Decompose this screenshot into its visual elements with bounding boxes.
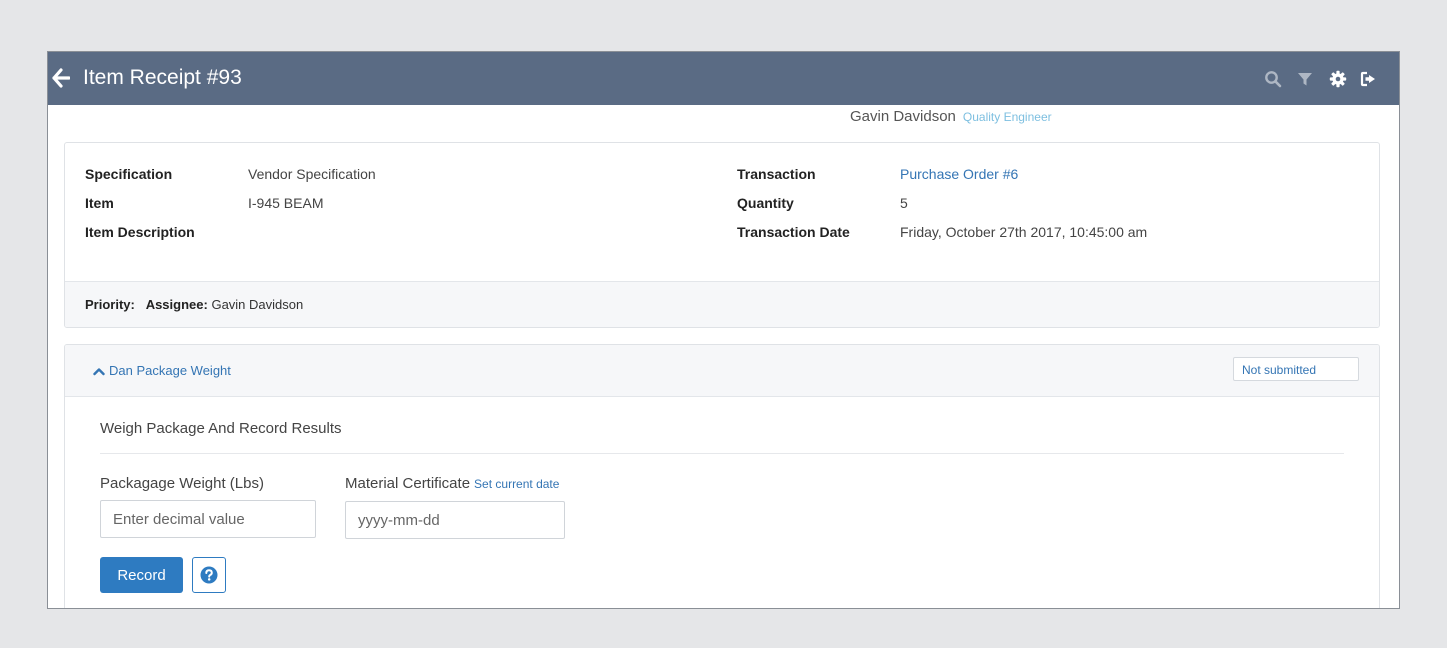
- help-button[interactable]: [192, 557, 226, 593]
- cert-label-group: Material Certificate Set current date: [345, 475, 559, 492]
- status-badge: Not submitted: [1233, 357, 1359, 381]
- specification-label: Specification: [85, 166, 173, 182]
- item-description-label: Item Description: [85, 224, 195, 240]
- filter-icon[interactable]: [1296, 70, 1314, 88]
- top-bar: Item Receipt #93: [48, 52, 1399, 105]
- chevron-up-icon: [93, 368, 105, 376]
- question-circle-icon: [200, 566, 218, 584]
- step-toggle[interactable]: Dan Package Weight: [93, 363, 231, 378]
- inspection-step-panel: Dan Package Weight Not submitted Weigh P…: [64, 344, 1380, 608]
- page-title: Item Receipt #93: [83, 66, 242, 89]
- assignee-value: Gavin Davidson: [211, 297, 304, 312]
- assignment-footer: Priority: Assignee: Gavin Davidson: [65, 281, 1379, 327]
- weight-label: Packagage Weight (Lbs): [100, 475, 264, 492]
- user-info: Gavin Davidson Quality Engineer: [850, 108, 1052, 125]
- set-current-date-link[interactable]: Set current date: [474, 477, 559, 491]
- cert-label: Material Certificate: [345, 475, 471, 492]
- user-name: Gavin Davidson: [850, 108, 956, 125]
- search-icon[interactable]: [1264, 70, 1282, 88]
- priority-label: Priority:: [85, 297, 135, 312]
- app-window: Item Receipt #93 Gavin Davidson Quality …: [47, 51, 1400, 609]
- specification-value: Vendor Specification: [248, 166, 376, 182]
- transaction-date-value: Friday, October 27th 2017, 10:45:00 am: [900, 224, 1148, 240]
- receipt-details-card: Specification Vendor Specification Item …: [64, 142, 1380, 328]
- record-button[interactable]: Record: [100, 557, 183, 593]
- quantity-value: 5: [900, 195, 908, 211]
- item-value: I-945 BEAM: [248, 195, 324, 211]
- step-title: Weigh Package And Record Results: [100, 420, 342, 437]
- assignee-label: Assignee:: [145, 297, 208, 312]
- cert-date-input[interactable]: [345, 501, 565, 539]
- sign-out-icon[interactable]: [1360, 70, 1378, 88]
- step-toggle-label: Dan Package Weight: [109, 363, 231, 378]
- divider: [100, 453, 1344, 454]
- quantity-label: Quantity: [737, 195, 794, 211]
- transaction-date-label: Transaction Date: [737, 224, 850, 240]
- item-label: Item: [85, 195, 114, 211]
- transaction-link[interactable]: Purchase Order #6: [900, 165, 1018, 183]
- weight-input[interactable]: [100, 500, 316, 538]
- gear-icon[interactable]: [1329, 70, 1347, 88]
- step-header: Dan Package Weight Not submitted: [65, 345, 1379, 397]
- transaction-label: Transaction: [737, 166, 816, 182]
- back-arrow-icon[interactable]: [52, 67, 71, 89]
- user-role: Quality Engineer: [962, 110, 1052, 124]
